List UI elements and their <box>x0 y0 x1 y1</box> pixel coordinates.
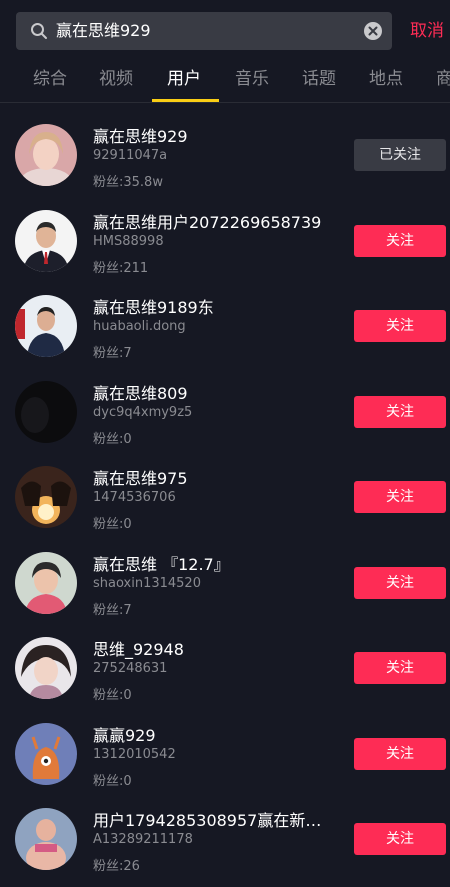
user-row[interactable]: 赢在思维 『12.7』 shaoxin1314520 粉丝:7 关注 <box>0 540 450 626</box>
follow-button[interactable]: 关注 <box>354 566 446 599</box>
avatar[interactable] <box>15 551 77 614</box>
user-results-list: 赢在思维929 92911047a 粉丝:35.8w 已关注 赢在思维用户207… <box>0 112 450 882</box>
avatar[interactable] <box>15 722 77 785</box>
user-row[interactable]: 赢在思维929 92911047a 粉丝:35.8w 已关注 <box>0 112 450 198</box>
tab-music[interactable]: 音乐 <box>235 58 269 100</box>
followed-button[interactable]: 已关注 <box>354 139 446 171</box>
search-query[interactable]: 赢在思维929 <box>56 12 151 50</box>
user-fans-count: 粉丝:7 <box>93 346 132 361</box>
user-name: 赢赢929 <box>93 725 156 745</box>
user-fans-count: 粉丝:0 <box>93 517 132 532</box>
search-input[interactable]: 赢在思维929 <box>16 12 392 50</box>
tab-shop[interactable]: 商 <box>436 58 450 100</box>
user-row[interactable]: 赢赢929 1312010542 粉丝:0 关注 <box>0 711 450 797</box>
avatar[interactable] <box>15 466 77 528</box>
follow-button[interactable]: 关注 <box>354 652 446 684</box>
clear-icon[interactable] <box>364 22 382 40</box>
user-fans-count: 粉丝:35.8w <box>93 175 163 190</box>
user-id: 92911047a <box>93 148 168 163</box>
user-name: 赢在思维 『12.7』 <box>93 554 230 574</box>
user-name: 赢在思维9189东 <box>93 298 214 317</box>
tab-comprehensive[interactable]: 综合 <box>33 58 67 100</box>
user-name: 赢在思维用户2072269658739 <box>93 212 322 232</box>
user-fans-count: 粉丝:0 <box>93 773 132 789</box>
user-id: 275248631 <box>93 661 168 676</box>
tab-videos[interactable]: 视频 <box>99 58 133 100</box>
user-row[interactable]: 赢在思维975 1474536706 粉丝:0 关注 <box>0 454 450 540</box>
user-row[interactable]: 思维_92948 275248631 粉丝:0 关注 <box>0 625 450 711</box>
user-id: dyc9q4xmy9z5 <box>93 404 193 420</box>
user-name: 用户1794285308957赢在新… <box>93 811 322 830</box>
tab-topics[interactable]: 话题 <box>302 58 336 100</box>
user-name: 赢在思维809 <box>93 383 188 403</box>
user-fans-count: 粉丝:211 <box>93 260 149 276</box>
avatar[interactable] <box>15 209 77 272</box>
follow-button[interactable]: 关注 <box>354 737 446 770</box>
follow-button[interactable]: 关注 <box>354 395 446 428</box>
avatar[interactable] <box>15 808 77 870</box>
user-id: 1474536706 <box>93 490 176 505</box>
user-fans-count: 粉丝:0 <box>93 431 132 447</box>
user-id: A13289211178 <box>93 832 193 847</box>
user-id: 1312010542 <box>93 746 176 762</box>
user-id: huabaoli.dong <box>93 319 186 334</box>
avatar[interactable] <box>15 637 77 699</box>
avatar[interactable] <box>15 380 77 443</box>
user-id: shaoxin1314520 <box>93 575 201 591</box>
user-row[interactable]: 赢在思维809 dyc9q4xmy9z5 粉丝:0 关注 <box>0 369 450 455</box>
user-id: HMS88998 <box>93 233 164 249</box>
category-tabs: 综合 视频 用户 音乐 话题 地点 商 <box>0 58 450 103</box>
user-row[interactable]: 用户1794285308957赢在新… A13289211178 粉丝:26 关… <box>0 796 450 882</box>
search-icon <box>30 22 48 40</box>
user-name: 赢在思维975 <box>93 469 188 488</box>
user-fans-count: 粉丝:26 <box>93 859 140 874</box>
user-fans-count: 粉丝:0 <box>93 688 132 703</box>
user-row[interactable]: 赢在思维9189东 huabaoli.dong 粉丝:7 关注 <box>0 283 450 369</box>
tab-users[interactable]: 用户 <box>167 58 201 100</box>
user-name: 思维_92948 <box>93 640 184 659</box>
cancel-button[interactable]: 取消 <box>410 12 444 50</box>
tab-places[interactable]: 地点 <box>369 58 403 100</box>
follow-button[interactable]: 关注 <box>354 481 446 513</box>
active-tab-indicator <box>152 99 219 102</box>
user-fans-count: 粉丝:7 <box>93 602 132 618</box>
user-row[interactable]: 赢在思维用户2072269658739 HMS88998 粉丝:211 关注 <box>0 198 450 284</box>
follow-button[interactable]: 关注 <box>354 823 446 855</box>
avatar[interactable] <box>15 124 77 186</box>
follow-button[interactable]: 关注 <box>354 310 446 342</box>
follow-button[interactable]: 关注 <box>354 224 446 257</box>
avatar[interactable] <box>15 295 77 357</box>
user-name: 赢在思维929 <box>93 127 188 146</box>
